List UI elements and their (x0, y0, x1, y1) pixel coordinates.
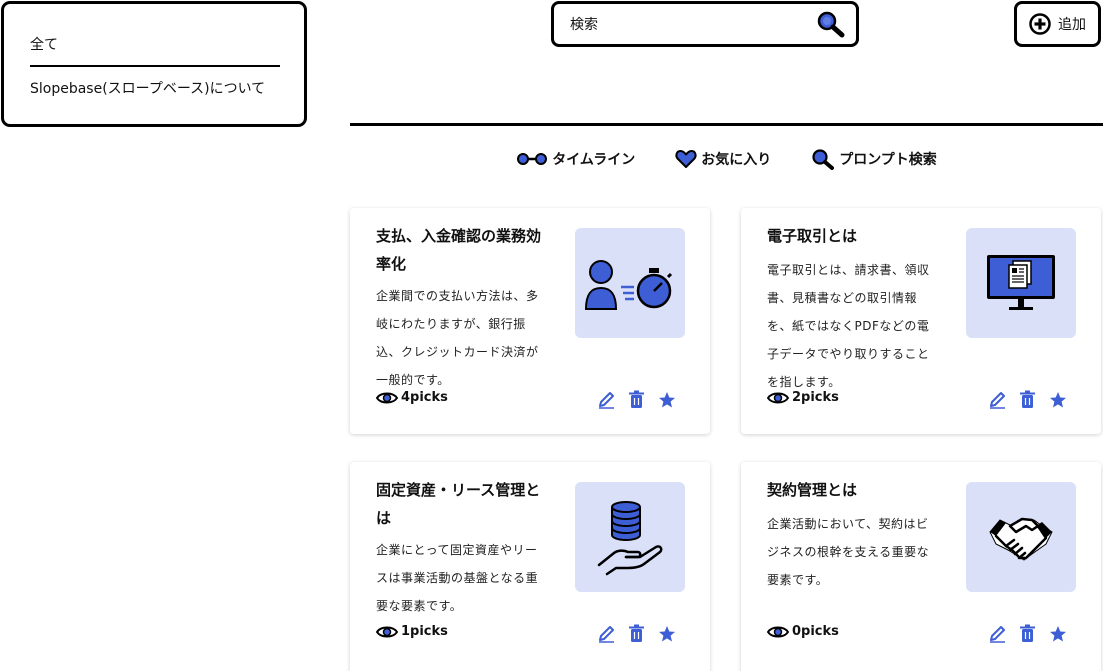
edit-button[interactable] (988, 390, 1007, 409)
card-picks: 1picks (376, 624, 448, 639)
favorite-button[interactable] (657, 390, 676, 409)
heart-icon (675, 150, 697, 168)
search-input[interactable] (570, 14, 800, 36)
star-icon (1049, 625, 1066, 641)
tab-prompt-search[interactable]: プロンプト検索 (811, 146, 937, 172)
pencil-icon (990, 626, 1005, 643)
section-divider (350, 123, 1103, 126)
card-fixed-assets[interactable]: 固定資産・リース管理とは 企業にとって固定資産やリースは事業活動の基盤となる重要… (350, 462, 710, 671)
hand-coins-icon (597, 501, 663, 576)
delete-button[interactable] (1018, 390, 1037, 409)
edit-button[interactable] (597, 624, 616, 643)
picks-count: 0picks (792, 624, 839, 639)
card-thumbnail (966, 482, 1076, 592)
card-actions (988, 624, 1067, 643)
card-title: 契約管理とは (767, 481, 858, 499)
monitor-document-icon (987, 255, 1055, 310)
search-button[interactable] (816, 10, 846, 38)
star-icon (1049, 391, 1066, 407)
tab-label: プロンプト検索 (839, 152, 937, 168)
card-actions (597, 390, 676, 409)
picks-count: 4picks (401, 390, 448, 405)
favorite-button[interactable] (1048, 624, 1067, 643)
delete-button[interactable] (627, 624, 646, 643)
person-stopwatch-icon (584, 260, 673, 310)
search-icon (812, 149, 835, 170)
trash-icon (1020, 624, 1035, 642)
trash-icon (629, 624, 644, 642)
card-description: 企業活動において、契約はビジネスの根幹を支える重要な要素です。 (767, 517, 930, 587)
card-actions (597, 624, 676, 643)
card-thumbnail (966, 228, 1076, 338)
card-description: 企業間での支払い方法は、多岐にわたりますが、銀行振込、クレジットカード決済が一般… (376, 289, 539, 387)
card-thumbnail (575, 228, 685, 338)
star-icon (658, 391, 675, 407)
card-title: 固定資産・リース管理とは (376, 481, 541, 527)
card-payment-efficiency[interactable]: 支払、入金確認の業務効率化 企業間での支払い方法は、多岐にわたりますが、銀行振込… (350, 208, 710, 434)
edit-button[interactable] (988, 624, 1007, 643)
delete-button[interactable] (1018, 624, 1037, 643)
plus-circle-icon (1029, 13, 1051, 35)
pencil-icon (990, 392, 1005, 409)
card-electronic-transactions[interactable]: 電子取引とは 電子取引とは、請求書、領収書、見積書などの取引情報を、紙ではなくP… (741, 208, 1101, 434)
tab-favorites[interactable]: お気に入り (675, 146, 771, 172)
card-actions (988, 390, 1067, 409)
card-picks: 2picks (767, 390, 839, 405)
tab-bar: タイムライン お気に入り プロンプト検索 (350, 146, 1103, 172)
tab-label: タイムライン (552, 152, 636, 168)
timeline-icon (517, 153, 548, 165)
eye-icon (376, 392, 398, 403)
favorite-button[interactable] (1048, 390, 1067, 409)
favorite-button[interactable] (657, 624, 676, 643)
card-contract-management[interactable]: 契約管理とは 企業活動において、契約はビジネスの根幹を支える重要な要素です。 0… (741, 462, 1101, 671)
category-panel: 全て Slopebase(スロープベース)について (1, 1, 307, 127)
pencil-icon (599, 626, 614, 643)
eye-icon (376, 626, 398, 637)
card-picks: 4picks (376, 390, 448, 405)
category-item-all[interactable]: 全て (30, 34, 280, 67)
search-icon (817, 11, 845, 38)
delete-button[interactable] (627, 390, 646, 409)
picks-count: 1picks (401, 624, 448, 639)
trash-icon (1020, 390, 1035, 408)
pencil-icon (599, 392, 614, 409)
category-item-about[interactable]: Slopebase(スロープベース)について (30, 78, 288, 98)
card-description: 企業にとって固定資産やリースは事業活動の基盤となる重要な要素です。 (376, 543, 539, 613)
add-button-label: 追加 (1058, 17, 1086, 33)
handshake-icon (989, 517, 1053, 561)
add-button[interactable]: 追加 (1014, 1, 1101, 47)
tab-timeline[interactable]: タイムライン (516, 146, 635, 172)
card-title: 支払、入金確認の業務効率化 (376, 227, 542, 273)
trash-icon (629, 390, 644, 408)
eye-icon (767, 392, 789, 403)
tab-label: お気に入り (701, 152, 772, 168)
eye-icon (767, 626, 789, 637)
card-title: 電子取引とは (767, 227, 858, 245)
card-thumbnail (575, 482, 685, 592)
picks-count: 2picks (792, 390, 839, 405)
edit-button[interactable] (597, 390, 616, 409)
star-icon (658, 625, 675, 641)
search-bar (551, 1, 859, 47)
card-picks: 0picks (767, 624, 839, 639)
card-description: 電子取引とは、請求書、領収書、見積書などの取引情報を、紙ではなくPDFなどの電子… (767, 263, 930, 389)
